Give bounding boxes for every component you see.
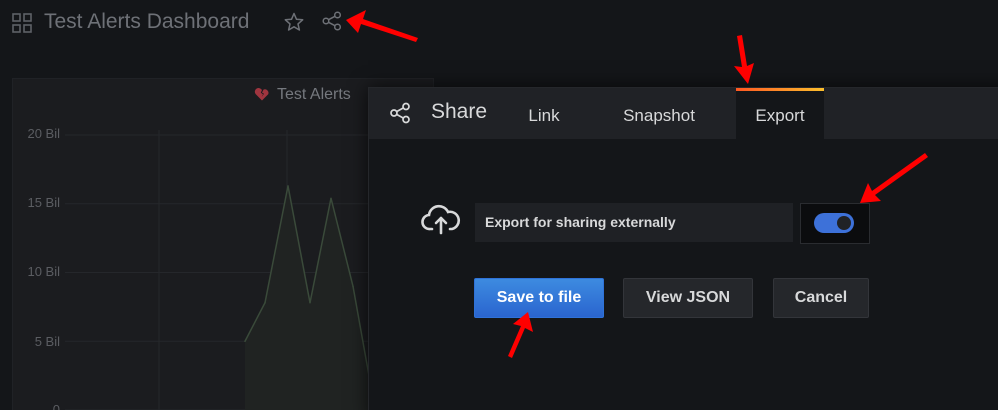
y-tick-label: 15 Bil: [27, 195, 60, 210]
toggle-track[interactable]: [814, 213, 854, 233]
dashboard-title[interactable]: Test Alerts Dashboard: [44, 8, 249, 36]
share-icon[interactable]: [322, 11, 342, 31]
data-point: [264, 301, 266, 304]
data-point: [330, 197, 332, 200]
y-tick-label: 0: [52, 402, 60, 410]
toggle-knob[interactable]: [837, 216, 851, 230]
data-point: [352, 285, 354, 288]
tab-snapshot[interactable]: Snapshot: [609, 88, 709, 139]
graph-chart: [65, 130, 385, 410]
tab-link[interactable]: Link: [509, 88, 579, 139]
save-to-file-button[interactable]: Save to file: [474, 278, 604, 318]
panel-title[interactable]: Test Alerts: [277, 86, 351, 104]
cloud-upload-icon: [421, 204, 461, 235]
broken-heart-icon: [254, 87, 269, 101]
data-point: [287, 185, 289, 187]
data-point: [309, 301, 311, 304]
cancel-button[interactable]: Cancel: [773, 278, 869, 318]
view-json-button[interactable]: View JSON: [623, 278, 753, 318]
y-tick-label: 5 Bil: [34, 334, 60, 349]
share-modal: Share Link Snapshot Export Export for sh…: [368, 87, 998, 410]
y-tick-label: 20 Bil: [27, 126, 60, 141]
export-externally-label: Export for sharing externally: [485, 214, 676, 230]
share-icon: [390, 102, 410, 124]
tab-export[interactable]: Export: [736, 88, 824, 139]
modal-title: Share: [431, 100, 488, 123]
modal-header: Share Link Snapshot Export: [369, 88, 998, 139]
series-area: [245, 185, 369, 410]
export-externally-label-box: Export for sharing externally: [475, 203, 793, 242]
export-externally-toggle[interactable]: [800, 203, 870, 244]
grafana-page: Test Alerts Dashboard Test Alerts 20 Bil…: [0, 0, 998, 410]
y-tick-label: 10 Bil: [27, 264, 60, 279]
data-point: [244, 340, 246, 343]
star-icon[interactable]: [284, 12, 304, 32]
dashboard-grid-icon[interactable]: [12, 13, 32, 33]
dashboard-topbar: Test Alerts Dashboard: [0, 0, 998, 50]
